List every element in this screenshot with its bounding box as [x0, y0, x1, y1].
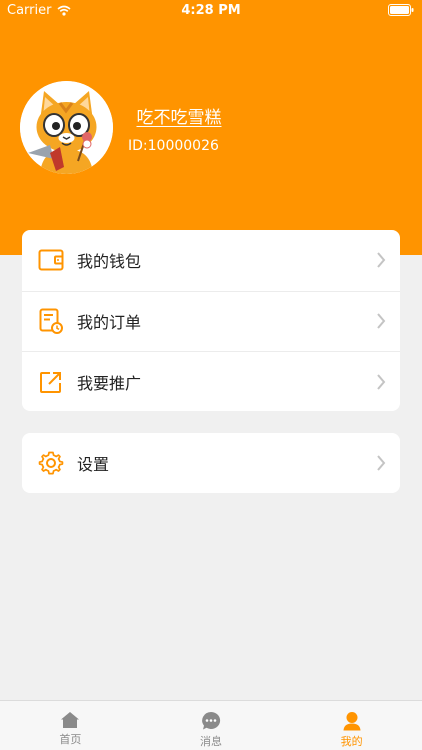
menu-item-label: 我的钱包 [77, 252, 142, 272]
avatar-cat-image [20, 81, 113, 174]
chevron-right-icon [377, 455, 386, 471]
chevron-right-icon [377, 252, 386, 268]
status-bar: Carrier 4:28 PM [0, 0, 422, 22]
tab-label: 首页 [59, 733, 82, 746]
tab-mine[interactable]: 我的 [281, 701, 422, 750]
menu-item-label: 我的订单 [77, 313, 142, 333]
menu-item-wallet[interactable]: 我的钱包 [22, 230, 400, 291]
tab-bar: 首页 消息 我的 [0, 700, 422, 750]
chevron-right-icon [377, 374, 386, 390]
menu-item-promote[interactable]: 我要推广 [22, 351, 400, 411]
user-id: ID:10000026 [128, 138, 219, 154]
tab-home[interactable]: 首页 [0, 701, 141, 750]
person-icon [343, 712, 361, 731]
tab-label: 我的 [340, 735, 363, 748]
wallet-icon [38, 247, 64, 273]
menu-item-label: 我要推广 [77, 373, 142, 393]
menu-item-orders[interactable]: 我的订单 [22, 290, 400, 352]
chevron-right-icon [377, 313, 386, 329]
status-time: 4:28 PM [181, 3, 241, 18]
tab-label: 消息 [200, 735, 222, 748]
settings-label: 设置 [77, 455, 110, 474]
share-icon [38, 369, 64, 395]
username[interactable]: 吃不吃雪糕 [128, 103, 230, 128]
message-icon [202, 711, 221, 730]
avatar[interactable] [20, 81, 113, 174]
menu-card: 我的钱包 我的订单 我要推广 [22, 230, 400, 411]
menu-item-settings[interactable]: 设置 [22, 433, 400, 493]
tab-messages[interactable]: 消息 [141, 701, 282, 750]
battery-icon [388, 4, 414, 16]
order-icon [38, 308, 64, 335]
home-icon [61, 712, 80, 728]
gear-icon [38, 450, 64, 476]
settings-card: 设置 [22, 433, 400, 493]
